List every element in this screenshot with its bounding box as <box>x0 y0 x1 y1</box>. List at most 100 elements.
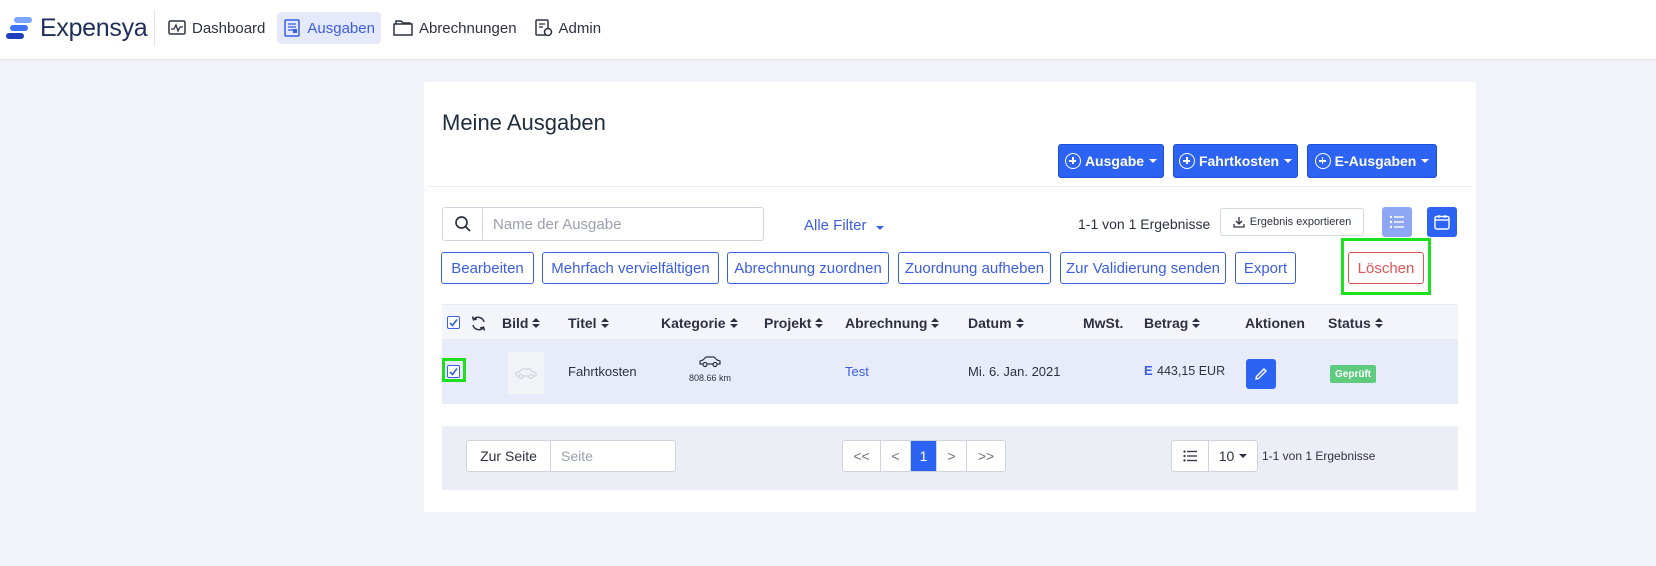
table-header: Bild Titel Kategorie Projekt Abrechnung … <box>442 304 1458 340</box>
column-title[interactable]: Titel <box>568 315 609 331</box>
admin-icon <box>534 19 552 37</box>
column-vat: MwSt. <box>1083 315 1124 331</box>
add-mileage-label: Fahrtkosten <box>1198 153 1280 169</box>
plus-circle-icon <box>1178 153 1195 169</box>
add-mileage-button[interactable]: Fahrtkosten <box>1173 144 1298 178</box>
dashboard-icon <box>168 20 186 35</box>
export-button[interactable]: Export <box>1235 252 1296 284</box>
export-results-button[interactable]: Ergebnis exportieren <box>1220 208 1364 236</box>
status-badge: Geprüft <box>1330 365 1377 383</box>
main-nav: Dashboard Ausgaben Abrechnungen Admin <box>162 12 613 44</box>
row-report-link[interactable]: Test <box>845 364 869 379</box>
expenses-card: Meine Ausgaben Ausgabe Fahrtkosten E-Aus… <box>424 82 1476 512</box>
list-view-button[interactable] <box>1382 207 1412 237</box>
column-image[interactable]: Bild <box>502 315 541 331</box>
export-results-label: Ergebnis exportieren <box>1249 216 1352 228</box>
receipt-thumbnail[interactable] <box>508 352 544 394</box>
column-status[interactable]: Status <box>1328 315 1383 331</box>
unassign-button[interactable]: Zuordnung aufheben <box>898 252 1051 284</box>
add-e-expenses-button[interactable]: E-Ausgaben <box>1307 144 1437 178</box>
nav-item-ausgaben[interactable]: Ausgaben <box>277 12 381 44</box>
highlight-box <box>1341 238 1431 295</box>
sort-icon <box>1015 317 1024 329</box>
logo-icon <box>6 15 32 43</box>
nav-label: Dashboard <box>192 19 266 37</box>
table-row[interactable]: Fahrtkosten 808.66 km Test Mi. 6. Jan. 2… <box>442 340 1458 404</box>
first-page-button[interactable]: << <box>843 441 881 471</box>
caret-down-icon <box>1421 159 1430 163</box>
nav-item-dashboard[interactable]: Dashboard <box>162 12 271 44</box>
nav-label: Abrechnungen <box>418 19 517 37</box>
download-icon <box>1233 217 1245 228</box>
calendar-view-button[interactable] <box>1427 207 1457 237</box>
all-filters-dropdown[interactable]: Alle Filter <box>804 217 884 234</box>
sort-icon <box>1192 317 1201 329</box>
row-edit-button[interactable] <box>1246 359 1276 389</box>
refresh-icon[interactable] <box>470 315 487 332</box>
prev-page-button[interactable]: < <box>881 441 911 471</box>
column-actions: Aktionen <box>1245 315 1305 331</box>
header-divider <box>428 186 1472 187</box>
results-summary: 1-1 von 1 Ergebnisse <box>1078 216 1211 232</box>
page-number-input[interactable] <box>551 441 675 471</box>
send-validation-button[interactable]: Zur Validierung senden <box>1060 252 1226 284</box>
nav-label: Admin <box>558 19 602 37</box>
goto-page-group: Zur Seite <box>466 440 676 472</box>
folder-icon <box>393 20 413 36</box>
column-project[interactable]: Projekt <box>764 315 824 331</box>
add-e-expenses-label: E-Ausgaben <box>1334 153 1417 169</box>
caret-down-icon <box>1284 159 1293 163</box>
page-title: Meine Ausgaben <box>442 110 606 135</box>
sort-icon <box>1374 317 1383 329</box>
row-amount-prefix: E <box>1144 363 1153 378</box>
checkmark-icon <box>449 319 458 327</box>
add-expense-button[interactable]: Ausgabe <box>1058 144 1164 178</box>
column-date[interactable]: Datum <box>968 315 1024 331</box>
row-amount: 443,15 EUR <box>1157 364 1226 378</box>
caret-down-icon <box>875 226 884 230</box>
row-title: Fahrtkosten <box>568 364 637 379</box>
pagination-bar: Zur Seite << < 1 > >> 10 1-1 von 1 Ergeb… <box>442 426 1458 490</box>
app-logo[interactable]: Expensya <box>6 14 148 43</box>
list-icon <box>1389 215 1404 229</box>
nav-label: Ausgaben <box>307 19 375 37</box>
select-all-checkbox[interactable] <box>447 316 460 329</box>
list-icon <box>1172 441 1209 471</box>
sort-icon <box>600 317 609 329</box>
add-expense-label: Ausgabe <box>1084 153 1145 169</box>
last-page-button[interactable]: >> <box>967 441 1005 471</box>
per-page-value: 10 <box>1218 448 1235 464</box>
search-icon[interactable] <box>443 208 483 240</box>
car-icon <box>699 356 721 368</box>
row-date: Mi. 6. Jan. 2021 <box>968 364 1061 379</box>
caret-down-icon <box>1239 454 1248 458</box>
highlight-box <box>442 358 466 382</box>
column-category[interactable]: Kategorie <box>661 315 738 331</box>
caret-down-icon <box>1149 159 1158 163</box>
column-amount[interactable]: Betrag <box>1144 315 1201 331</box>
pencil-icon <box>1255 368 1267 380</box>
page-1-button[interactable]: 1 <box>911 441 937 471</box>
nav-divider <box>154 10 155 46</box>
column-report[interactable]: Abrechnung <box>845 315 940 331</box>
next-page-button[interactable]: > <box>937 441 967 471</box>
car-icon <box>515 368 537 380</box>
sort-icon <box>532 317 541 329</box>
page-navigation: << < 1 > >> <box>842 440 1006 472</box>
search-input[interactable] <box>483 208 753 240</box>
edit-button[interactable]: Bearbeiten <box>441 252 534 284</box>
pagination-summary: 1-1 von 1 Ergebnisse <box>1262 449 1376 463</box>
assign-report-button[interactable]: Abrechnung zuordnen <box>727 252 889 284</box>
sort-icon <box>815 317 824 329</box>
row-distance: 808.66 km <box>688 373 732 383</box>
per-page-select[interactable]: 10 <box>1209 441 1257 471</box>
goto-page-button[interactable]: Zur Seite <box>467 441 551 471</box>
receipt-icon <box>284 19 301 37</box>
nav-item-admin[interactable]: Admin <box>529 12 608 44</box>
all-filters-label: Alle Filter <box>804 217 867 234</box>
nav-item-abrechnungen[interactable]: Abrechnungen <box>387 12 523 44</box>
calendar-icon <box>1434 215 1450 230</box>
duplicate-button[interactable]: Mehrfach vervielfältigen <box>542 252 719 284</box>
top-navbar: Expensya Dashboard Ausgaben Abrechnungen… <box>0 0 1656 60</box>
row-category: 808.66 km <box>686 354 734 383</box>
